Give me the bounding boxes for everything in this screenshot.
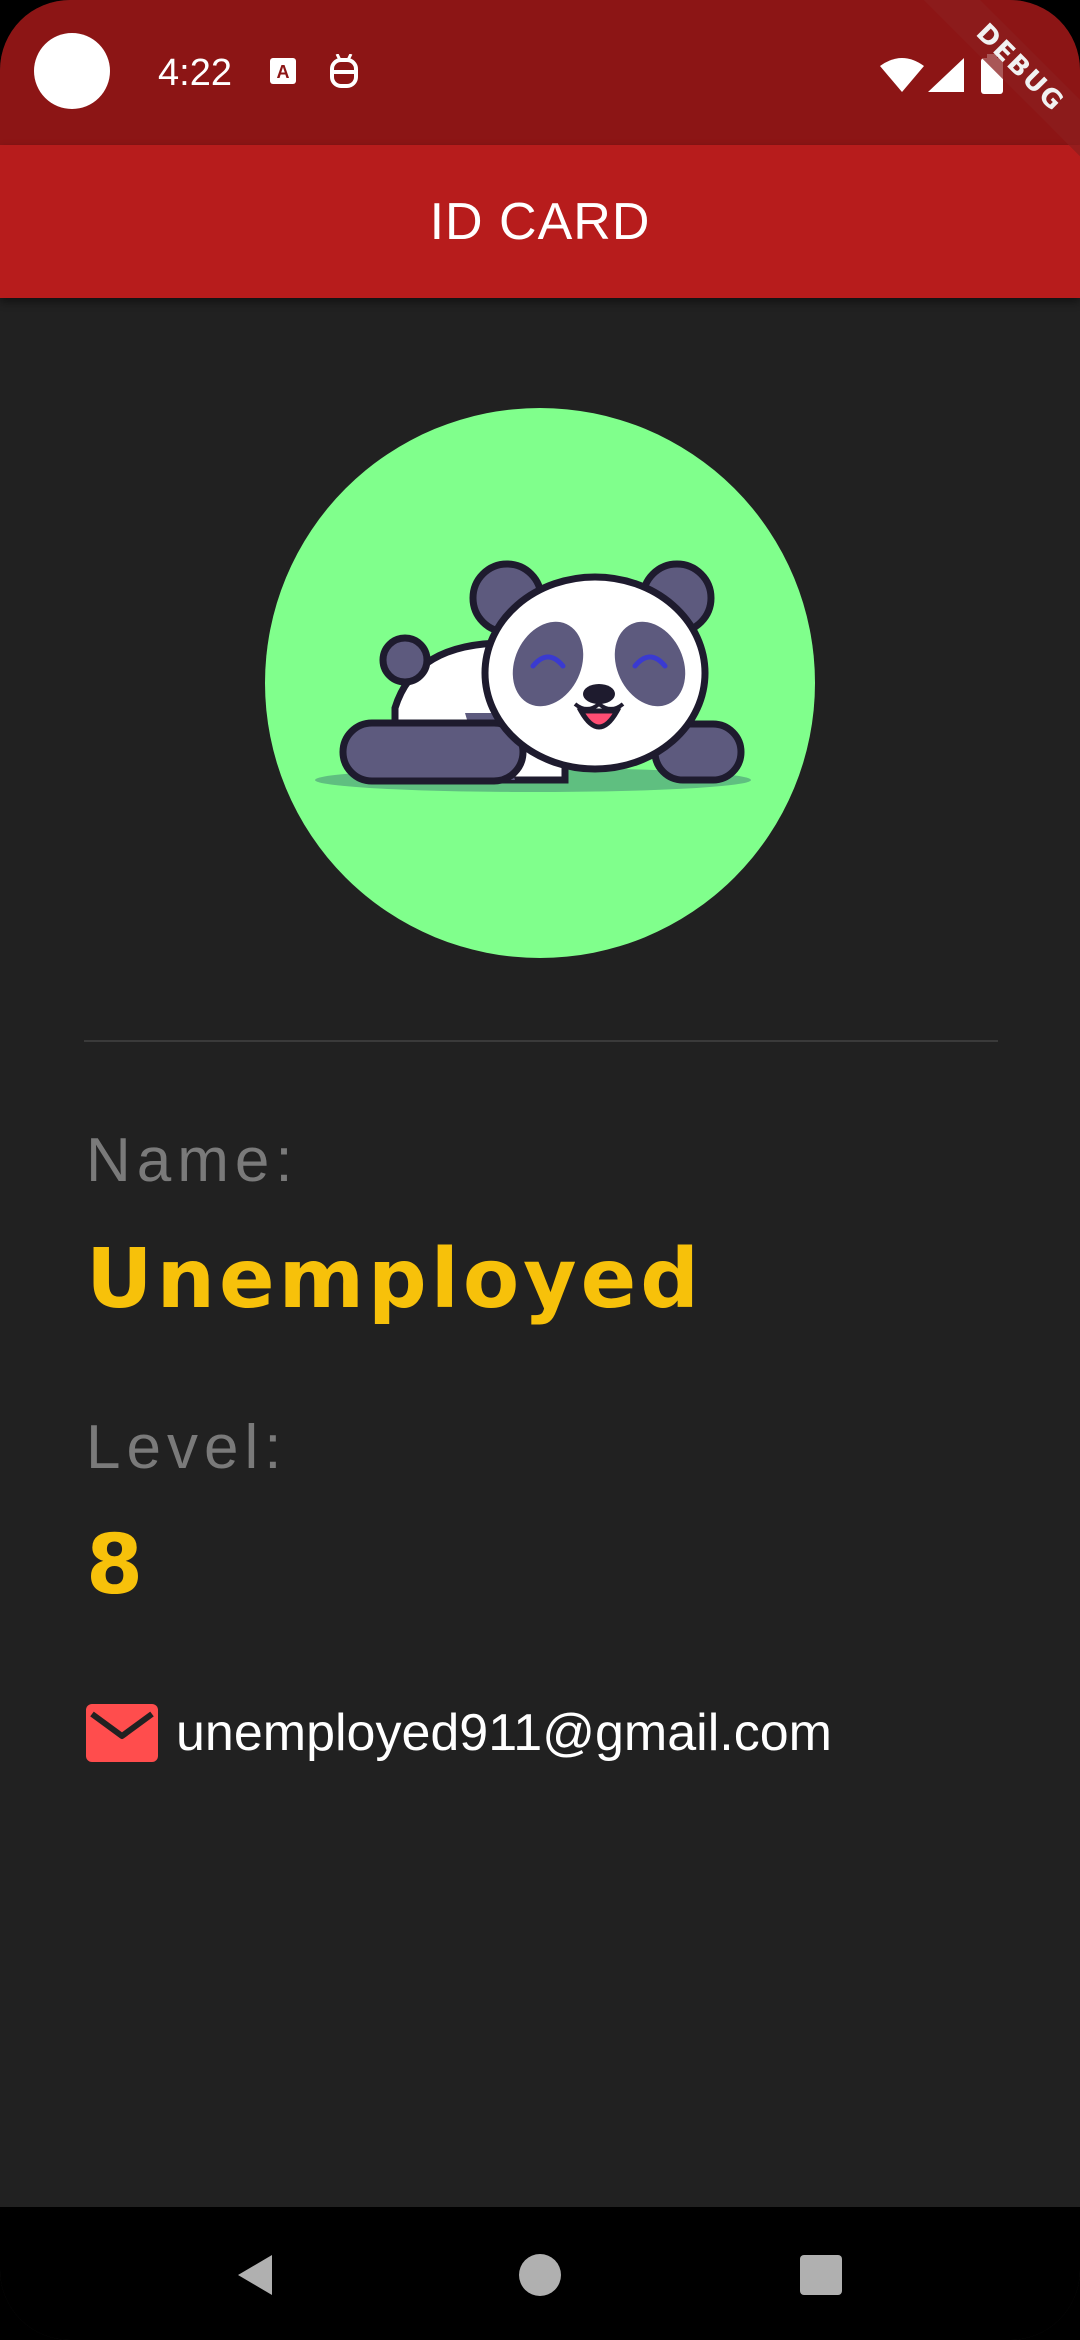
back-icon[interactable] [234, 2253, 274, 2297]
app-screen: 4:22 A ID CARD DEBUG Name: Unemployed Le… [0, 0, 1080, 2340]
divider [84, 1040, 998, 1042]
page-title: ID CARD [429, 192, 651, 251]
app-bar: ID CARD [0, 145, 1080, 298]
level-label: Level: [86, 1413, 288, 1482]
home-icon[interactable] [518, 2253, 562, 2297]
robot-icon [330, 54, 358, 88]
email-row[interactable]: unemployed911@gmail.com [86, 1703, 832, 1763]
level-value: 8 [86, 1518, 148, 1613]
status-time: 4:22 [158, 52, 232, 94]
camera-cutout [34, 33, 110, 109]
signal-icon [928, 58, 964, 92]
recents-icon[interactable] [800, 2255, 842, 2295]
wifi-icon [880, 58, 924, 92]
status-bar: 4:22 A [0, 0, 1080, 145]
panda-icon [315, 560, 751, 792]
font-icon: A [270, 58, 296, 84]
name-label: Name: [86, 1126, 299, 1195]
svg-text:A: A [277, 62, 290, 82]
mail-icon [86, 1704, 158, 1762]
navigation-bar [0, 2207, 1080, 2340]
email-address[interactable]: unemployed911@gmail.com [176, 1703, 832, 1763]
avatar [265, 408, 815, 958]
name-value: Unemployed [86, 1232, 703, 1327]
